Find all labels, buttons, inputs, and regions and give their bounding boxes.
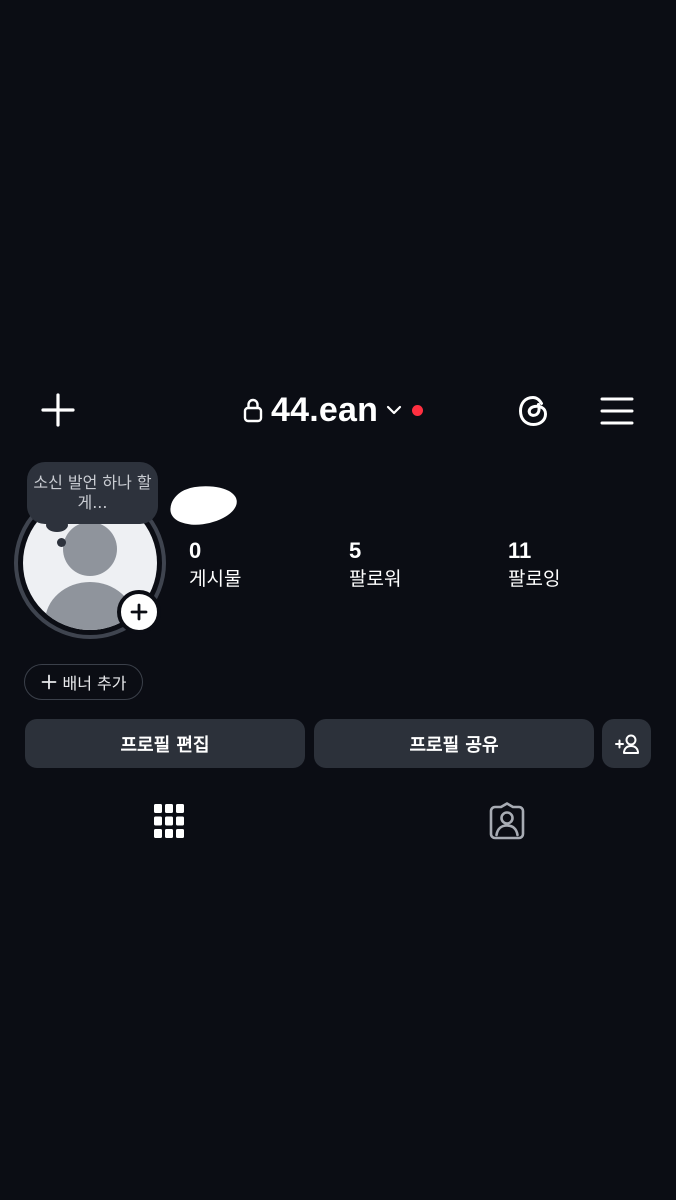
create-button[interactable] — [38, 390, 78, 430]
posts-label: 게시물 — [189, 568, 242, 590]
followers-count: 5 — [349, 538, 362, 563]
grid-icon — [154, 804, 184, 838]
note-text: 소신 발언 하나 할게... — [33, 473, 152, 512]
share-profile-button[interactable]: 프로필 공유 — [314, 719, 594, 768]
threads-button[interactable] — [514, 391, 554, 431]
tagged-person-icon — [489, 802, 525, 840]
hamburger-menu-icon — [600, 397, 634, 425]
following-count: 11 — [508, 538, 532, 563]
redacted-name — [167, 481, 240, 529]
chevron-down-icon — [386, 405, 402, 415]
edit-profile-button[interactable]: 프로필 편집 — [25, 719, 305, 768]
add-person-icon — [614, 734, 639, 754]
lock-icon — [243, 398, 263, 423]
note-bubble-tail-small — [57, 538, 66, 547]
add-banner-label: 배너 추가 — [62, 674, 127, 693]
menu-button[interactable] — [597, 391, 637, 431]
stat-followers[interactable]: 5 팔로워 — [349, 538, 401, 593]
account-switcher[interactable]: 44.ean — [243, 388, 424, 432]
discover-people-button[interactable] — [602, 719, 651, 768]
edit-profile-label: 프로필 편집 — [120, 734, 210, 756]
stat-posts[interactable]: 0 게시물 — [189, 538, 241, 593]
notification-dot — [412, 404, 424, 416]
add-story-button[interactable] — [117, 590, 161, 634]
share-profile-label: 프로필 공유 — [409, 734, 499, 756]
following-label: 팔로잉 — [508, 568, 561, 590]
plus-icon — [130, 603, 148, 621]
stat-following[interactable]: 11 팔로잉 — [508, 538, 560, 593]
followers-label: 팔로워 — [349, 568, 402, 590]
username-title: 44.ean — [271, 390, 379, 429]
plus-icon — [41, 393, 75, 427]
threads-icon — [518, 395, 548, 427]
posts-count: 0 — [189, 538, 202, 563]
note-bubble[interactable]: 소신 발언 하나 할게... — [27, 462, 158, 524]
plus-icon — [41, 674, 56, 690]
add-banner-button[interactable]: 배너 추가 — [24, 664, 143, 700]
tab-tagged[interactable] — [488, 802, 526, 840]
tab-posts-grid[interactable] — [153, 803, 185, 839]
